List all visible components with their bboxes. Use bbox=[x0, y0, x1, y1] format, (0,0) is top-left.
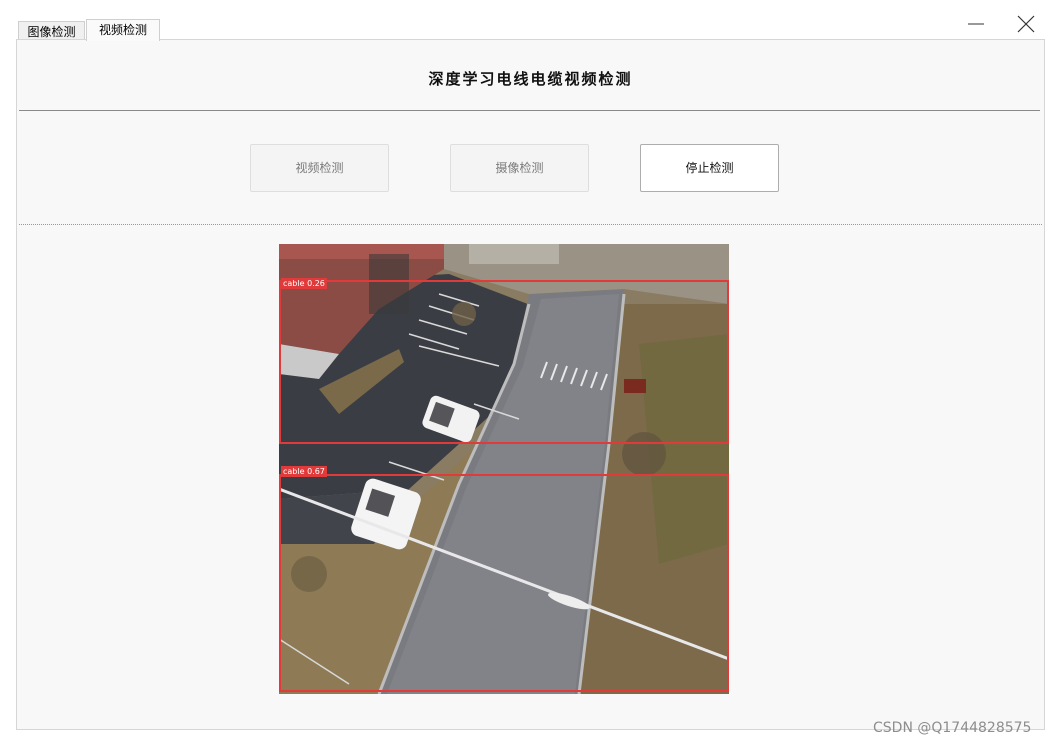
video-frame: cable 0.26 cable 0.67 bbox=[279, 244, 729, 694]
csdn-watermark: CSDN @Q1744828575 bbox=[873, 720, 1032, 736]
section-divider bbox=[19, 224, 1042, 225]
minimize-icon[interactable] bbox=[964, 12, 988, 36]
page-title: 深度学习电线电缆视频检测 bbox=[428, 70, 633, 88]
stop-detect-button[interactable]: 停止检测 bbox=[640, 144, 779, 192]
detection-label: cable 0.26 bbox=[281, 278, 327, 289]
close-icon[interactable] bbox=[1014, 12, 1038, 36]
tab-video-detection[interactable]: 视频检测 bbox=[86, 19, 160, 41]
app-window: 图像检测 视频检测 深度学习电线电缆视频检测 视频检测 摄像检测 停止检测 ca… bbox=[0, 0, 1062, 748]
tab-image-detection[interactable]: 图像检测 bbox=[18, 21, 85, 40]
detection-label: cable 0.67 bbox=[281, 466, 327, 477]
video-detect-button[interactable]: 视频检测 bbox=[250, 144, 389, 192]
detection-box: cable 0.67 bbox=[279, 466, 729, 692]
detection-box: cable 0.26 bbox=[279, 278, 729, 444]
camera-detect-button[interactable]: 摄像检测 bbox=[450, 144, 589, 192]
title-divider bbox=[19, 110, 1040, 111]
video-detection-panel: 深度学习电线电缆视频检测 视频检测 摄像检测 停止检测 cable 0.26 c… bbox=[16, 39, 1045, 730]
